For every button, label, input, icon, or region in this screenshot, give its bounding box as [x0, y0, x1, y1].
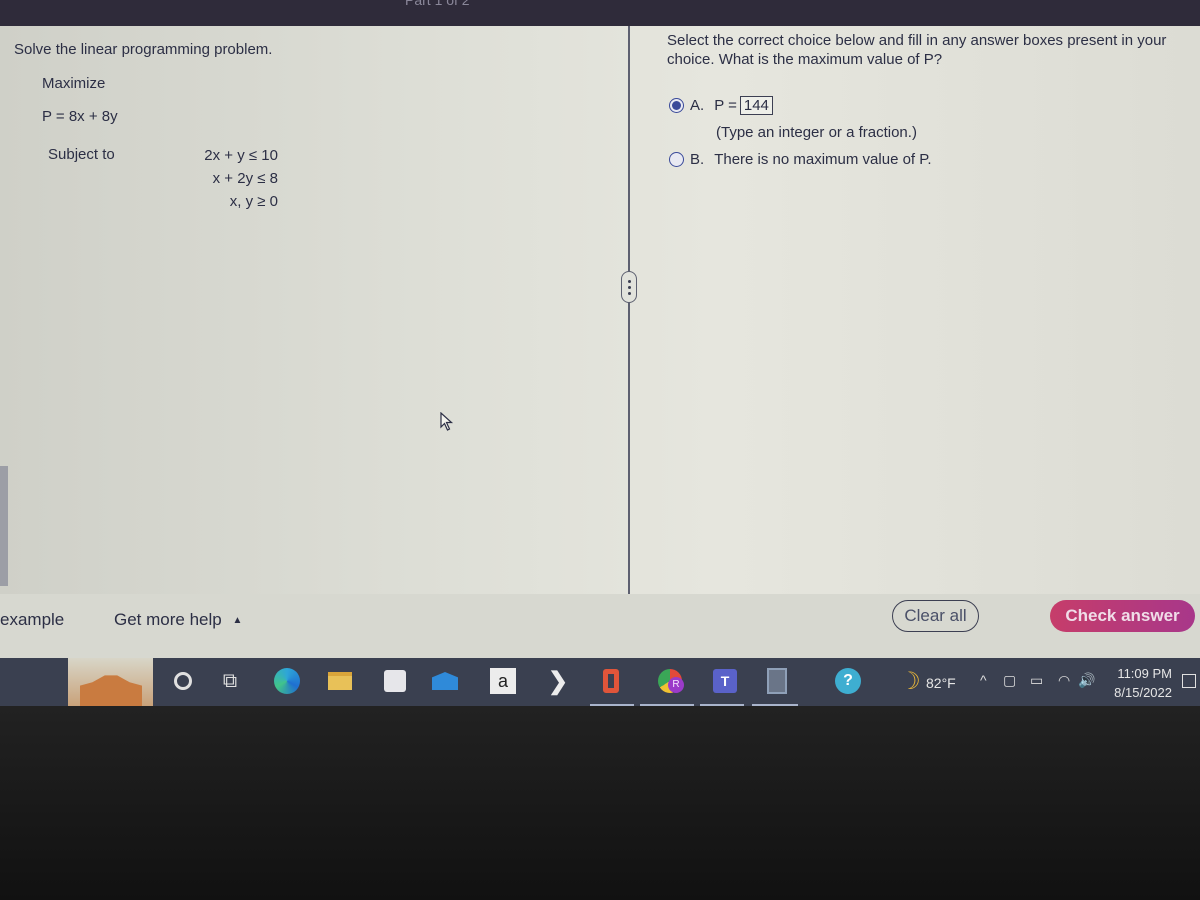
answer-prefix: P = [714, 97, 737, 114]
meet-now-icon[interactable]: ▢ [1003, 672, 1016, 689]
answer-input[interactable]: 144 [739, 96, 773, 115]
store-icon[interactable] [380, 666, 410, 696]
problem-instruction: Solve the linear programming problem. [14, 41, 273, 58]
mouse-cursor-icon [440, 412, 454, 431]
radio-button-selected[interactable] [669, 98, 684, 113]
amazon-icon[interactable]: a [488, 666, 518, 696]
answer-pane: Select the correct choice below and fill… [631, 26, 1200, 594]
chrome-icon[interactable] [655, 666, 685, 696]
choice-letter: B. [690, 151, 705, 168]
system-clock[interactable]: 11:09 PM 8/15/2022 [1108, 664, 1172, 702]
teams-glyph: T [713, 669, 737, 693]
answer-hint: (Type an integer or a fraction.) [716, 124, 917, 141]
check-answer-button[interactable]: Check answer [1050, 600, 1195, 632]
constraints: 2x + y ≤ 10 x + 2y ≤ 8 x, y ≥ 0 [196, 144, 278, 213]
subject-to-label: Subject to [48, 146, 115, 163]
radio-button[interactable] [669, 152, 684, 167]
help-icon[interactable]: ? [833, 666, 863, 696]
monitor-bezel [0, 706, 1200, 900]
constraint: x + 2y ≤ 8 [212, 170, 278, 187]
choice-b[interactable]: B. There is no maximum value of P. [669, 151, 932, 168]
get-more-help-label: Get more help [114, 610, 222, 629]
objective-function: P = 8x + 8y [42, 108, 118, 125]
part-indicator: Part 1 of 2 [405, 0, 470, 8]
clock-time: 11:09 PM [1117, 666, 1172, 681]
left-scrollbar[interactable] [0, 466, 8, 586]
choice-letter: A. [690, 97, 705, 114]
amazon-glyph: a [490, 668, 516, 694]
moon-weather-icon[interactable]: ☽ [895, 666, 925, 696]
volume-icon[interactable]: 🔊 [1078, 672, 1095, 689]
office-icon[interactable] [596, 666, 626, 696]
content-area: Solve the linear programming problem. Ma… [0, 26, 1200, 602]
notification-icon[interactable] [1182, 674, 1196, 688]
teams-icon[interactable]: T [710, 666, 740, 696]
top-bar: Part 1 of 2 [0, 0, 1200, 26]
windows-taskbar: ⧉ a ❯ T ? ☽ 82°F ^ ▢ ▭ ◠ 🔊 11:09 PM 8/15… [0, 658, 1200, 706]
question-prompt: Select the correct choice below and fill… [667, 32, 1167, 68]
choice-a[interactable]: A. P = 144 [669, 96, 773, 115]
zap-icon[interactable]: ❯ [543, 666, 573, 696]
edge-icon[interactable] [272, 666, 302, 696]
temperature[interactable]: 82°F [926, 675, 956, 691]
wifi-icon[interactable]: ◠ [1058, 672, 1070, 689]
task-view-icon[interactable]: ⧉ [215, 666, 245, 696]
pane-divider[interactable] [628, 26, 630, 594]
view-example-link[interactable]: example [0, 610, 64, 630]
constraint: x, y ≥ 0 [229, 193, 278, 210]
calculator-icon[interactable] [762, 666, 792, 696]
battery-icon[interactable]: ▭ [1030, 672, 1043, 689]
tray-chevron-icon[interactable]: ^ [980, 672, 987, 688]
widgets-thumbnail[interactable] [68, 658, 153, 706]
help-glyph: ? [835, 668, 861, 694]
mail-icon[interactable] [430, 666, 460, 696]
constraint: 2x + y ≤ 10 [204, 147, 278, 164]
search-icon[interactable] [168, 666, 198, 696]
clear-all-button[interactable]: Clear all [892, 600, 979, 632]
footer-bar: example Get more help ▲ Clear all Check … [0, 594, 1200, 658]
clock-date: 8/15/2022 [1114, 685, 1172, 700]
maximize-label: Maximize [42, 75, 106, 92]
screen: Part 1 of 2 Solve the linear programming… [0, 0, 1200, 706]
choice-text: There is no maximum value of P. [714, 151, 932, 168]
caret-up-icon: ▲ [232, 615, 243, 627]
file-explorer-icon[interactable] [325, 666, 355, 696]
get-more-help-link[interactable]: Get more help ▲ [114, 610, 242, 630]
problem-pane: Solve the linear programming problem. Ma… [0, 26, 628, 602]
